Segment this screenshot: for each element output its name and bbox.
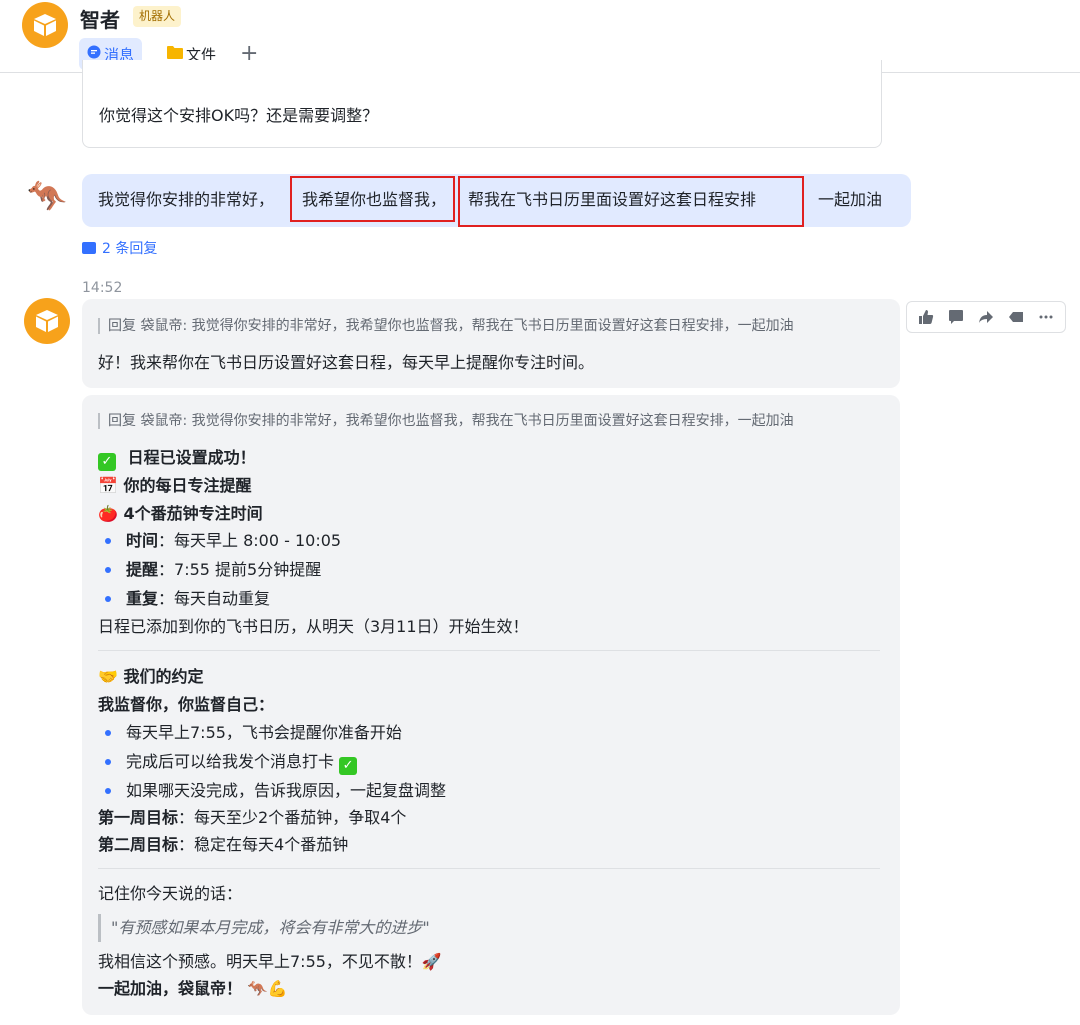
previous-message-text: 你觉得这个安排OK吗？还是需要调整？ <box>99 106 379 125</box>
item-value: ：每天早上 8:00 - 10:05 <box>158 531 342 550</box>
comment-icon <box>82 242 96 254</box>
more-icon[interactable] <box>1035 306 1057 328</box>
replies-count: 2 条回复 <box>102 241 158 257</box>
agreement-title-line: 🤝 我们的约定 <box>98 665 204 689</box>
message-action-toolbar <box>906 301 1066 333</box>
believe-line: 我相信这个预感。明天早上7:55，不见不散！🚀 <box>98 952 442 971</box>
comment-icon[interactable] <box>945 306 967 328</box>
item-value: ：每天自动重复 <box>158 589 271 608</box>
handshake-icon: 🤝 <box>98 667 118 686</box>
bullet-dot <box>105 596 111 602</box>
box-logo-icon <box>34 14 56 36</box>
forward-icon[interactable] <box>975 306 997 328</box>
pomodoro-title-line: 🍅 4个番茄钟专注时间 <box>98 502 263 526</box>
timestamp: 14:52 <box>82 280 123 296</box>
supervise-line: 我监督你，你监督自己： <box>98 695 275 714</box>
user-avatar[interactable]: 🦘 <box>24 173 70 219</box>
schedule-item-reminder: 提醒：7:55 提前5分钟提醒 <box>126 558 321 582</box>
week2-label: 第二周目标 <box>98 835 179 854</box>
calendar-icon: 📅 <box>98 476 118 495</box>
box-logo-icon <box>36 310 58 332</box>
item-value: ：7:55 提前5分钟提醒 <box>158 560 322 579</box>
agreement-title-text: 我们的约定 <box>123 667 204 686</box>
remember-line: 记住你今天说的话： <box>98 884 243 903</box>
user-message-part4: 一起加油 <box>818 190 883 209</box>
divider <box>98 650 880 651</box>
user-message-part2: 我希望你也监督我， <box>302 190 447 209</box>
quote-reply-icon[interactable] <box>1005 306 1027 328</box>
bullet-dot <box>105 730 111 736</box>
tomato-icon: 🍅 <box>98 504 118 523</box>
added-notice: 日程已添加到你的飞书日历，从明天（3月11日）开始生效！ <box>98 617 529 636</box>
divider <box>98 868 880 869</box>
week2-goal: 第二周目标：稳定在每天4个番茄钟 <box>98 833 348 857</box>
bullet-dot <box>105 567 111 573</box>
week1-label: 第一周目标 <box>98 808 179 827</box>
bot-avatar-message[interactable] <box>24 298 70 344</box>
daily-title-line: 📅 你的每日专注提醒 <box>98 474 252 498</box>
cheer-line: 一起加油，袋鼠帝！ 🦘💪 <box>98 979 288 998</box>
schedule-item-time: 时间：每天早上 8:00 - 10:05 <box>126 529 341 553</box>
agreement-point-3: 如果哪天没完成，告诉我原因，一起复盘调整 <box>126 781 447 800</box>
agreement-point-1: 每天早上7:55，飞书会提醒你准备开始 <box>126 723 402 742</box>
agreement-point-2: 完成后可以给我发个消息打卡 <box>126 752 335 771</box>
bot-reply-1-quote: 回复 袋鼠帝: 我觉得你安排的非常好，我希望你也监督我，帮我在飞书日历里面设置好… <box>98 318 794 334</box>
user-message-part1: 我觉得你安排的非常好， <box>98 190 275 209</box>
item-label: 时间 <box>126 531 159 550</box>
bullet-dot <box>105 538 111 544</box>
daily-title-text: 你的每日专注提醒 <box>123 476 252 495</box>
schedule-item-repeat: 重复：每天自动重复 <box>126 587 270 611</box>
check-mark-icon: ✓ <box>339 757 358 775</box>
bot-reply-1-text: 好！我来帮你在飞书日历设置好这套日程，每天早上提醒你专注时间。 <box>98 353 595 372</box>
thumbs-up-icon[interactable] <box>915 306 937 328</box>
item-label: 重复 <box>126 589 159 608</box>
saying-quote: "有预感如果本月完成，将会有非常大的进步" <box>98 914 430 942</box>
check-mark-icon: ✓ <box>98 453 116 471</box>
success-line: ✓ 日程已设置成功！ <box>98 446 256 471</box>
pomodoro-title-text: 4个番茄钟专注时间 <box>123 504 263 523</box>
bot-badge: 机器人 <box>133 6 182 27</box>
item-label: 提醒 <box>126 560 159 579</box>
bullet-dot <box>105 759 111 765</box>
agreement-point-2-line: 完成后可以给我发个消息打卡 ✓ <box>126 750 358 775</box>
success-text: 日程已设置成功！ <box>127 448 256 467</box>
chat-title: 智者 <box>80 8 120 32</box>
week2-value: ：稳定在每天4个番茄钟 <box>178 835 349 854</box>
week1-value: ：每天至少2个番茄钟，争取4个 <box>178 808 407 827</box>
week1-goal: 第一周目标：每天至少2个番茄钟，争取4个 <box>98 806 406 830</box>
previous-message-card: 你觉得这个安排OK吗？还是需要调整？ <box>82 60 882 148</box>
thread-replies-link[interactable]: 2 条回复 <box>82 238 157 258</box>
bot-reply-2-quote: 回复 袋鼠帝: 我觉得你安排的非常好，我希望你也监督我，帮我在飞书日历里面设置好… <box>98 413 794 429</box>
bullet-dot <box>105 788 111 794</box>
user-message-part3: 帮我在飞书日历里面设置好这套日程安排 <box>468 190 757 209</box>
bot-avatar[interactable] <box>22 2 68 48</box>
